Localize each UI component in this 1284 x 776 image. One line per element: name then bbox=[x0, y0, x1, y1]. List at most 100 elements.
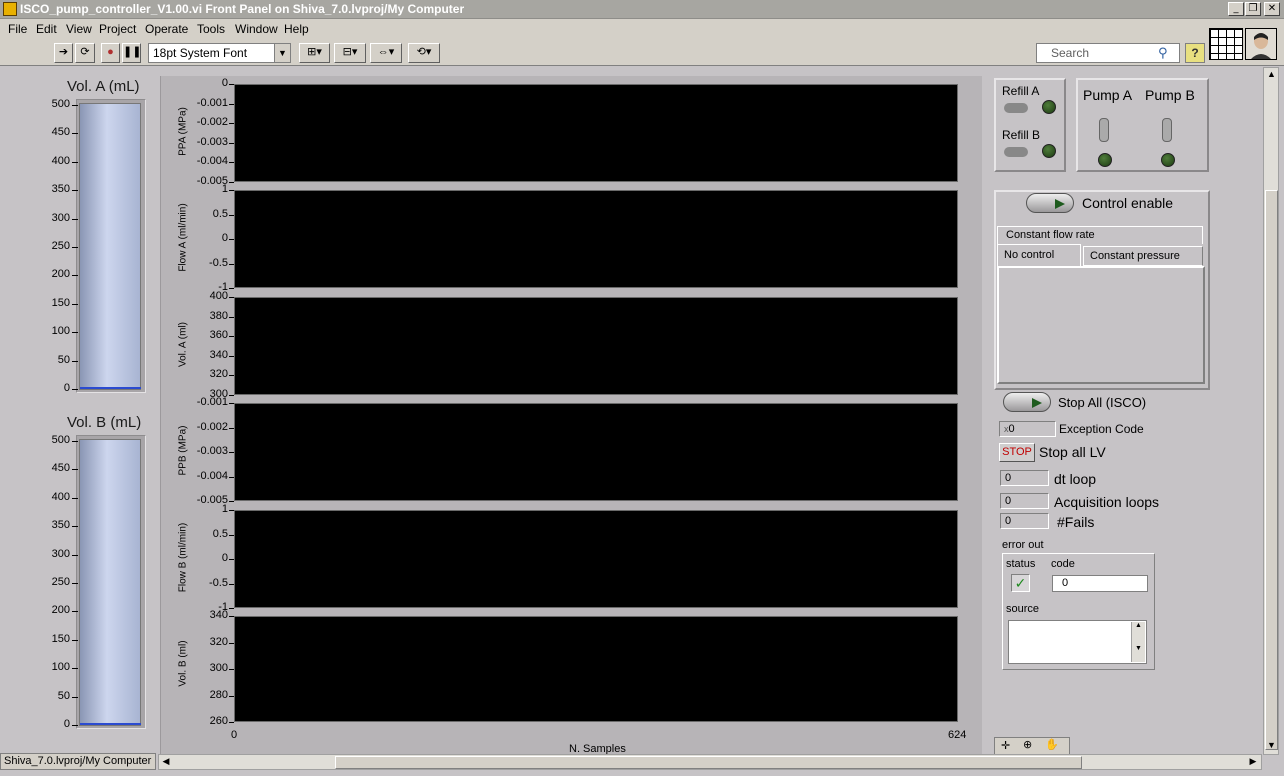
pump-b-label: Pump B bbox=[1145, 87, 1195, 103]
menu-project[interactable]: Project bbox=[99, 22, 136, 36]
search-icon[interactable]: ⚲ bbox=[1158, 45, 1168, 61]
menu-operate[interactable]: Operate bbox=[145, 22, 188, 36]
tank-a-tick-mark bbox=[72, 105, 78, 106]
tank-a-tick-mark bbox=[72, 133, 78, 135]
title-bar: ISCO_pump_controller_V1.00.vi Front Pane… bbox=[0, 0, 1284, 19]
y-tick-label: 320 bbox=[209, 635, 228, 648]
tab-constant-pressure[interactable]: Constant pressure bbox=[1083, 246, 1203, 266]
tank-a-label: Vol. A (mL) bbox=[67, 78, 140, 95]
horizontal-scroll-thumb[interactable] bbox=[335, 756, 1082, 769]
run-arrow-icon[interactable]: ➔ bbox=[54, 43, 73, 63]
error-source-scrollbar[interactable]: ▲ ▼ bbox=[1131, 622, 1145, 662]
hand-icon[interactable]: ✋ bbox=[1045, 738, 1059, 751]
error-source-field bbox=[1008, 620, 1147, 664]
menu-window[interactable]: Window bbox=[235, 22, 278, 36]
stop-all-lv-label: Stop all LV bbox=[1039, 444, 1106, 460]
y-tick-label: 380 bbox=[209, 309, 228, 322]
y-tick-label: 260 bbox=[209, 715, 228, 727]
refill-a-switch[interactable] bbox=[1004, 103, 1028, 113]
tank-b-tick-label: 500 bbox=[51, 434, 70, 446]
y-tick-mark bbox=[229, 316, 234, 318]
zoom-icon[interactable]: ⊕ bbox=[1023, 738, 1032, 751]
distribute-objects-icon[interactable]: ⊟▾ bbox=[334, 43, 366, 63]
y-tick-mark bbox=[229, 510, 234, 511]
y-tick-label: 300 bbox=[209, 662, 228, 674]
tank-b-tick-label: 150 bbox=[51, 632, 70, 645]
scroll-left-icon[interactable]: ◀ bbox=[160, 756, 172, 767]
tank-b-tick-label: 100 bbox=[51, 661, 70, 674]
menu-file[interactable]: File bbox=[8, 22, 27, 36]
vertical-scroll-thumb[interactable] bbox=[1265, 190, 1278, 750]
error-status-label: status bbox=[1006, 558, 1036, 570]
context-help-button[interactable]: ? bbox=[1185, 43, 1205, 63]
y-tick-mark bbox=[229, 214, 234, 216]
y-tick-label: 360 bbox=[209, 329, 228, 342]
tank-a-fill bbox=[80, 387, 141, 389]
y-tick-mark bbox=[229, 403, 234, 404]
stop-all-isco-button[interactable] bbox=[1003, 392, 1051, 412]
exception-code-label: Exception Code bbox=[1059, 422, 1144, 436]
menu-tools[interactable]: Tools bbox=[197, 22, 225, 36]
resize-objects-icon[interactable]: ⇔▾ bbox=[370, 43, 402, 63]
y-axis-label: PPA (MPa) bbox=[177, 107, 189, 156]
tank-a-tick-mark bbox=[72, 303, 78, 305]
y-tick-mark bbox=[229, 722, 234, 723]
scroll-down-icon[interactable]: ▼ bbox=[1132, 645, 1145, 652]
scroll-up-icon[interactable]: ▲ bbox=[1132, 622, 1145, 629]
control-enable-label: Control enable bbox=[1082, 195, 1174, 211]
y-tick-mark bbox=[229, 534, 234, 536]
abort-icon[interactable]: ● bbox=[101, 43, 120, 63]
minimize-button[interactable]: _ bbox=[1228, 2, 1244, 16]
error-code-label: code bbox=[1051, 558, 1075, 570]
tab-no-control[interactable]: No control bbox=[997, 244, 1081, 268]
maximize-button[interactable]: ❐ bbox=[1245, 2, 1261, 16]
plot-area[interactable] bbox=[234, 510, 958, 608]
pump-a-switch[interactable] bbox=[1099, 118, 1109, 142]
scroll-right-icon[interactable]: ▶ bbox=[1247, 756, 1259, 767]
scroll-down-icon[interactable]: ▼ bbox=[1265, 740, 1278, 750]
checkmark-icon: ✓ bbox=[1011, 574, 1030, 592]
y-tick-label: -0.003 bbox=[196, 135, 228, 148]
stop-all-lv-button[interactable]: STOP bbox=[999, 443, 1035, 462]
menu-help[interactable]: Help bbox=[284, 22, 309, 36]
y-tick-mark bbox=[229, 162, 234, 164]
plot-area[interactable] bbox=[234, 190, 958, 288]
fails-field: 0 bbox=[1000, 513, 1049, 529]
menu-view[interactable]: View bbox=[66, 22, 92, 36]
tank-b-tick-label: 400 bbox=[51, 490, 70, 503]
refill-b-switch[interactable] bbox=[1004, 147, 1028, 157]
align-objects-icon[interactable]: ⊞▾ bbox=[299, 43, 330, 63]
tank-b-tick-mark bbox=[72, 526, 78, 528]
plot-area[interactable] bbox=[234, 403, 958, 501]
pause-icon[interactable]: ❚❚ bbox=[122, 43, 141, 63]
scroll-up-icon[interactable]: ▲ bbox=[1265, 69, 1278, 79]
y-tick-label: -0.5 bbox=[209, 576, 228, 589]
y-tick-mark bbox=[229, 695, 234, 697]
tank-a-tick-label: 200 bbox=[51, 268, 70, 281]
tank-b-tick-label: 350 bbox=[51, 519, 70, 532]
plot-area[interactable] bbox=[234, 616, 958, 722]
tank-b-tick-mark bbox=[72, 725, 78, 726]
menu-edit[interactable]: Edit bbox=[36, 22, 57, 36]
pump-b-switch[interactable] bbox=[1162, 118, 1172, 142]
tank-b-tick-label: 200 bbox=[51, 604, 70, 617]
plot-area[interactable] bbox=[234, 84, 958, 182]
control-enable-button[interactable] bbox=[1026, 193, 1074, 213]
y-tick-mark bbox=[229, 355, 234, 357]
tank-a-tick-mark bbox=[72, 332, 78, 334]
refill-b-label: Refill B bbox=[1002, 128, 1041, 142]
y-tick-mark bbox=[229, 375, 234, 377]
reorder-icon[interactable]: ⟲▾ bbox=[408, 43, 440, 63]
horizontal-scrollbar[interactable]: ◀ ▶ bbox=[158, 754, 1262, 770]
pump-a-label: Pump A bbox=[1083, 87, 1133, 103]
font-select[interactable]: 18pt System Font ▼ bbox=[148, 43, 291, 63]
y-tick-label: 0 bbox=[221, 232, 228, 244]
vertical-scrollbar[interactable]: ▲ ▼ bbox=[1263, 67, 1279, 755]
run-continuously-icon[interactable]: ⟳ bbox=[75, 43, 95, 63]
y-tick-mark bbox=[229, 190, 234, 191]
crosshair-icon[interactable]: ✛ bbox=[1001, 739, 1010, 752]
close-button[interactable]: ✕ bbox=[1264, 2, 1280, 16]
tab-constant-flow-rate[interactable]: Constant flow rate bbox=[997, 226, 1203, 244]
plot-area[interactable] bbox=[234, 297, 958, 395]
pump-b-led bbox=[1161, 153, 1175, 167]
